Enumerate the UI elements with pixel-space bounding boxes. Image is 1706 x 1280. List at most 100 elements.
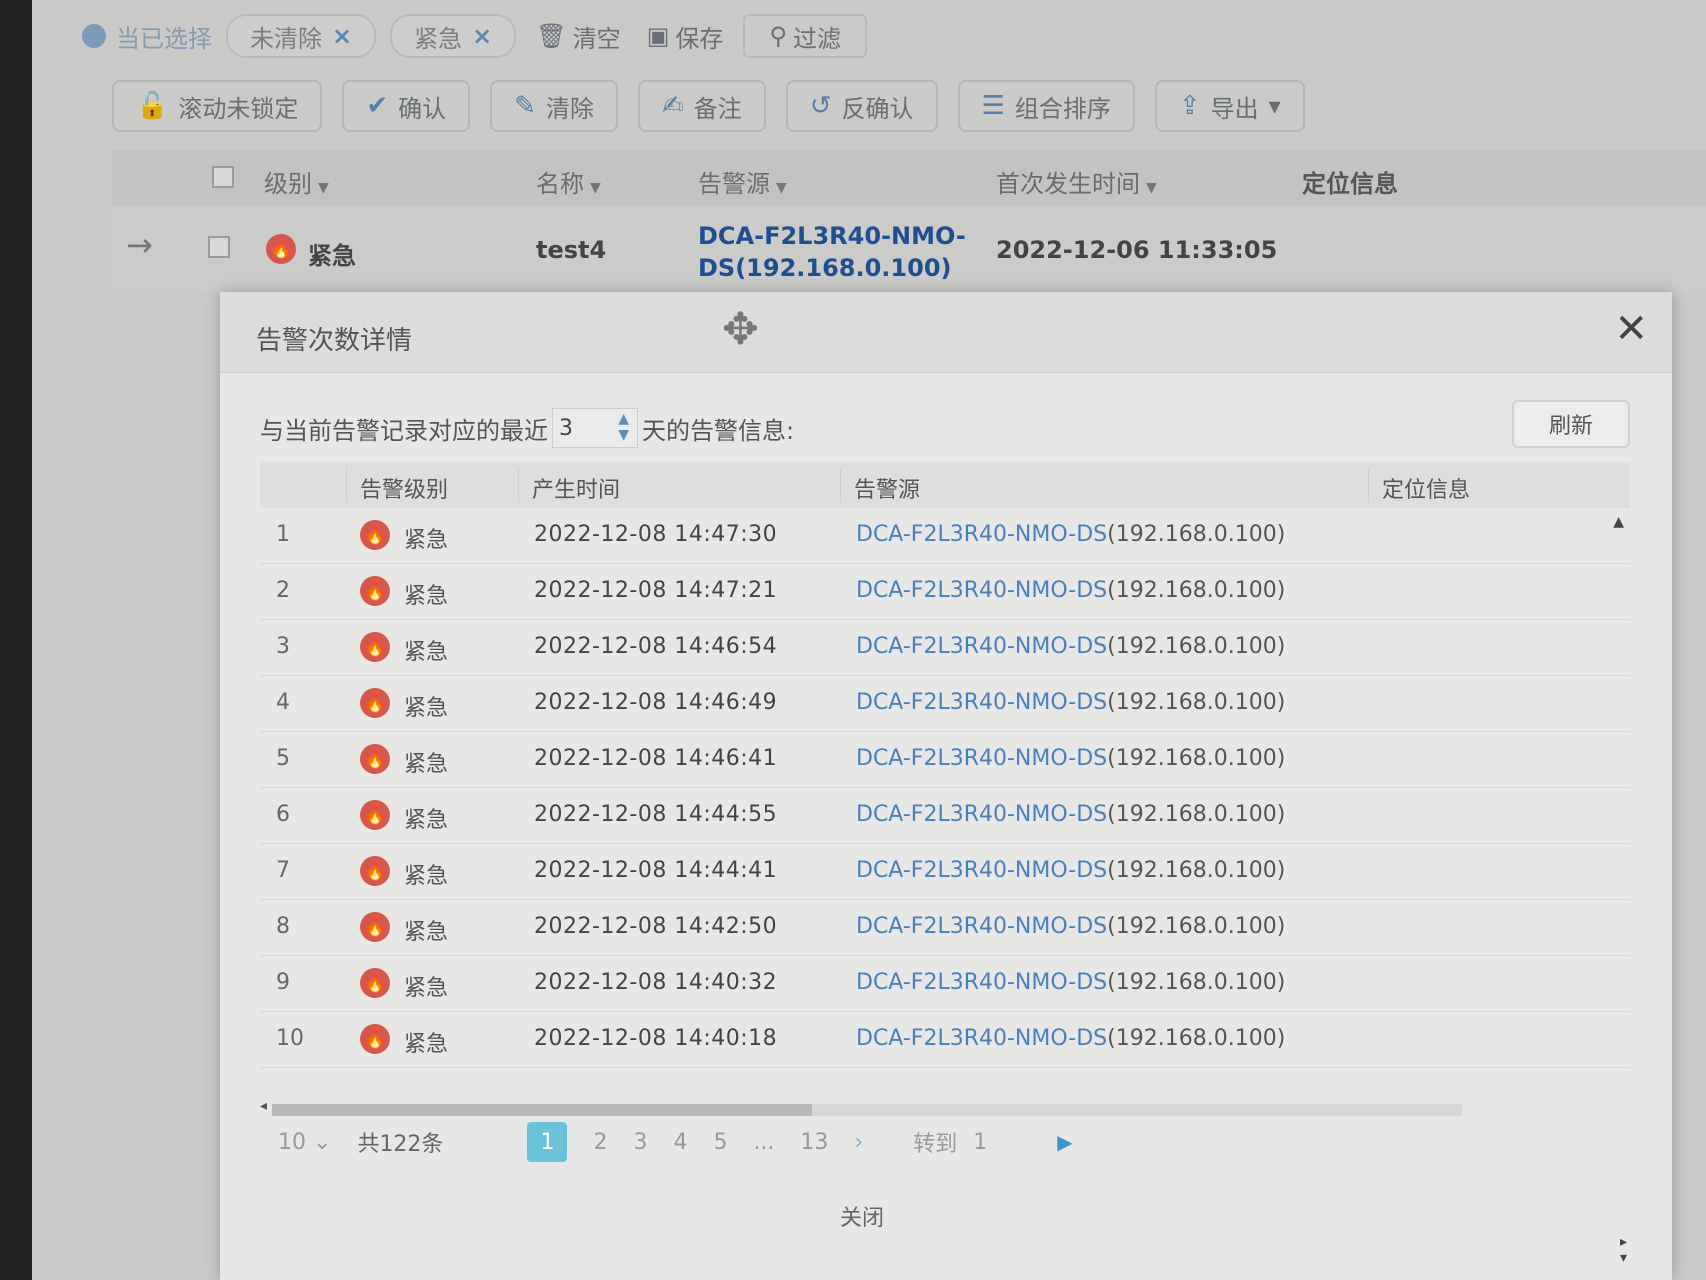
col-source[interactable]: 告警源 xyxy=(854,472,920,504)
page-size-select[interactable]: 10 ⌄ xyxy=(278,1130,331,1155)
column-divider xyxy=(840,468,841,502)
source-name-link[interactable]: DCA-F2L3R40-NMO-DS xyxy=(856,522,1107,547)
scroll-lock-button[interactable]: 🔓 滚动未锁定 xyxy=(112,80,323,132)
alarm-detail-table: 告警级别 产生时间 告警源 定位信息 ▲ 1 🔥 紧急 2022-12-08 14:4… xyxy=(260,462,1630,1266)
header-location[interactable]: 定位信息 xyxy=(1302,164,1398,199)
select-all-checkbox[interactable] xyxy=(212,166,234,188)
scroll-lock-label: 滚动未锁定 xyxy=(178,94,299,123)
row-source[interactable]: DCA-F2L3R40-NMO-DS(192.168.0.100) xyxy=(856,858,1285,883)
note-button[interactable]: ✍ 备注 xyxy=(637,80,766,132)
page-5[interactable]: 5 xyxy=(713,1130,727,1155)
row-name: test4 xyxy=(536,236,607,264)
clear-filter-button[interactable]: 🗑 清空 xyxy=(530,16,626,56)
row-source[interactable]: DCA-F2L3R40-NMO- DS(192.168.0.100) xyxy=(698,220,966,284)
unconfirm-button[interactable]: ↺ 反确认 xyxy=(785,80,938,132)
source-name-link[interactable]: DCA-F2L3R40-NMO-DS xyxy=(856,634,1107,659)
row-source[interactable]: DCA-F2L3R40-NMO-DS(192.168.0.100) xyxy=(856,914,1285,939)
scroll-down-icon[interactable]: ▸ ▾ xyxy=(1620,1234,1630,1266)
row-level: 紧急 xyxy=(404,976,449,1001)
header-source[interactable]: 告警源 ▼ xyxy=(698,164,787,199)
critical-alarm-icon: 🔥 xyxy=(360,744,390,774)
header-first-time-label: 首次发生时间 xyxy=(996,170,1140,198)
alarm-row[interactable]: → 🔥 紧急 test4 DCA-F2L3R40-NMO- DS(192.168… xyxy=(112,206,1706,292)
table-row[interactable]: 10 🔥 紧急 2022-12-08 14:40:18 DCA-F2L3R40-NMO-… xyxy=(260,1012,1630,1068)
action-toolbar: 🔓 滚动未锁定 ✔ 确认 ✎ 清除 ✍ 备注 ↺ 反确认 ☰ 组合排序 ⇪ 导出 ▾ xyxy=(112,80,1305,132)
combined-sort-button[interactable]: ☰ 组合排序 xyxy=(957,80,1135,132)
header-level[interactable]: 级别 ▼ xyxy=(264,164,329,199)
filter-chip-critical[interactable]: 紧急 × xyxy=(390,14,517,58)
undo-icon: ↺ xyxy=(809,91,832,121)
source-name-link[interactable]: DCA-F2L3R40-NMO-DS xyxy=(856,1026,1107,1051)
table-row[interactable]: 6 🔥 紧急 2022-12-08 14:44:55 DCA-F2L3R40-NMO-D… xyxy=(260,788,1630,844)
row-source[interactable]: DCA-F2L3R40-NMO-DS(192.168.0.100) xyxy=(856,522,1285,547)
goto-arrow-icon[interactable]: ▶ xyxy=(1057,1130,1072,1154)
row-source[interactable]: DCA-F2L3R40-NMO-DS(192.168.0.100) xyxy=(856,634,1285,659)
col-level[interactable]: 告警级别 xyxy=(360,472,448,504)
table-row[interactable]: 7 🔥 紧急 2022-12-08 14:44:41 DCA-F2L3R40-NMO-D… xyxy=(260,844,1630,900)
table-row[interactable]: 8 🔥 紧急 2022-12-08 14:42:50 DCA-F2L3R40-NMO-D… xyxy=(260,900,1630,956)
next-page-icon[interactable]: › xyxy=(854,1130,863,1155)
row-source[interactable]: DCA-F2L3R40-NMO-DS(192.168.0.100) xyxy=(856,578,1285,603)
source-name-link[interactable]: DCA-F2L3R40-NMO-DS xyxy=(856,802,1107,827)
table-row[interactable]: 4 🔥 紧急 2022-12-08 14:46:49 DCA-F2L3R40-NMO-D… xyxy=(260,676,1630,732)
critical-alarm-icon: 🔥 xyxy=(360,968,390,998)
row-source[interactable]: DCA-F2L3R40-NMO-DS(192.168.0.100) xyxy=(856,1026,1285,1051)
table-row[interactable]: 5 🔥 紧急 2022-12-08 14:46:41 DCA-F2L3R40-NMO-D… xyxy=(260,732,1630,788)
table-row[interactable]: 3 🔥 紧急 2022-12-08 14:46:54 DCA-F2L3R40-NMO-D… xyxy=(260,620,1630,676)
source-name-link[interactable]: DCA-F2L3R40-NMO-DS xyxy=(856,914,1107,939)
page-2[interactable]: 2 xyxy=(593,1130,607,1155)
row-time: 2022-12-08 14:44:55 xyxy=(534,802,778,827)
page-1[interactable]: 1 xyxy=(527,1122,568,1162)
table-row[interactable]: 1 🔥 紧急 2022-12-08 14:47:30 DCA-F2L3R40-NMO-D… xyxy=(260,508,1630,564)
days-stepper[interactable]: ▲▼ xyxy=(552,408,638,448)
source-name-link[interactable]: DCA-F2L3R40-NMO-DS xyxy=(856,970,1107,995)
sort-caret-icon: ▼ xyxy=(1146,180,1157,196)
row-source[interactable]: DCA-F2L3R40-NMO-DS(192.168.0.100) xyxy=(856,746,1285,771)
source-name-link[interactable]: DCA-F2L3R40-NMO-DS xyxy=(856,858,1107,883)
header-first-time[interactable]: 首次发生时间 ▼ xyxy=(996,164,1157,199)
header-source-label: 告警源 xyxy=(698,170,770,198)
row-first-time: 2022-12-06 11:33:05 xyxy=(996,236,1278,264)
goto-input[interactable]: 1 xyxy=(973,1130,987,1155)
source-name-link[interactable]: DCA-F2L3R40-NMO-DS xyxy=(856,578,1107,603)
source-name-link[interactable]: DCA-F2L3R40-NMO-DS xyxy=(856,746,1107,771)
chip-close-icon[interactable]: × xyxy=(472,22,492,50)
clear-button[interactable]: ✎ 清除 xyxy=(490,80,618,132)
col-time[interactable]: 产生时间 xyxy=(532,472,620,504)
source-name-link[interactable]: DCA-F2L3R40-NMO-DS xyxy=(856,690,1107,715)
row-source[interactable]: DCA-F2L3R40-NMO-DS(192.168.0.100) xyxy=(856,970,1285,995)
filter-button[interactable]: ⚲ 过滤 xyxy=(743,14,867,58)
move-icon[interactable]: ✥ xyxy=(722,304,759,355)
row-source[interactable]: DCA-F2L3R40-NMO-DS(192.168.0.100) xyxy=(856,802,1285,827)
filter-chip-uncleared[interactable]: 未清除 × xyxy=(226,14,377,58)
col-location[interactable]: 定位信息 xyxy=(1382,472,1470,504)
export-button[interactable]: ⇪ 导出 ▾ xyxy=(1154,80,1305,132)
horizontal-scrollbar[interactable]: ◂ xyxy=(260,1098,1500,1118)
spinner-arrows-icon[interactable]: ▲ ▼ xyxy=(618,411,629,443)
row-time: 2022-12-08 14:40:18 xyxy=(534,1026,778,1051)
save-filter-button[interactable]: ▣ 保存 xyxy=(641,16,730,56)
row-index: 10 xyxy=(276,1026,304,1051)
days-input[interactable] xyxy=(553,409,611,447)
page-ellipsis[interactable]: ... xyxy=(753,1130,774,1155)
row-source[interactable]: DCA-F2L3R40-NMO-DS(192.168.0.100) xyxy=(856,690,1285,715)
source-ip: (192.168.0.100) xyxy=(1107,746,1286,771)
close-icon[interactable]: ✕ xyxy=(1614,306,1648,352)
critical-alarm-icon: 🔥 xyxy=(360,912,390,942)
table-row[interactable]: 2 🔥 紧急 2022-12-08 14:47:21 DCA-F2L3R40-NMO-D… xyxy=(260,564,1630,620)
dialog-close-button[interactable]: 关闭 xyxy=(840,1200,884,1232)
page-3[interactable]: 3 xyxy=(633,1130,647,1155)
table-row[interactable]: 9 🔥 紧急 2022-12-08 14:40:32 DCA-F2L3R40-NMO-D… xyxy=(260,956,1630,1012)
row-index: 8 xyxy=(276,914,290,939)
chip-close-icon[interactable]: × xyxy=(332,22,352,50)
dialog-header[interactable]: 告警次数详情 ✥ ✕ xyxy=(220,292,1672,373)
scroll-left-icon[interactable]: ◂ xyxy=(260,1098,267,1114)
confirm-button[interactable]: ✔ 确认 xyxy=(342,80,471,132)
page-4[interactable]: 4 xyxy=(673,1130,687,1155)
refresh-button[interactable]: 刷新 xyxy=(1512,400,1630,448)
row-source-line2: DS(192.168.0.100) xyxy=(698,254,952,282)
row-checkbox[interactable] xyxy=(208,236,230,258)
page-13[interactable]: 13 xyxy=(800,1130,828,1155)
scroll-thumb[interactable] xyxy=(272,1104,812,1116)
header-name[interactable]: 名称 ▼ xyxy=(536,164,601,199)
